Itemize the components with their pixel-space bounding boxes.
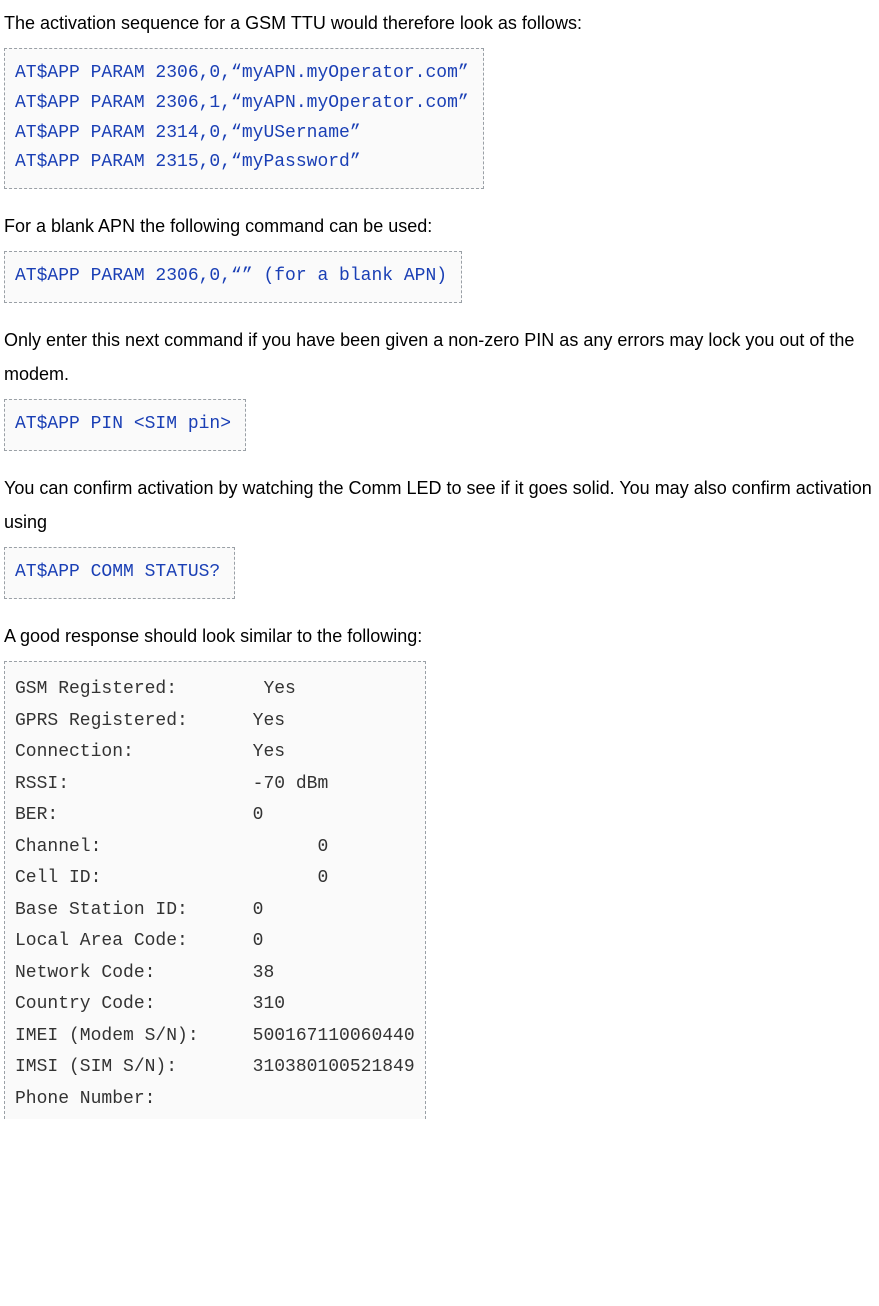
paragraph-good-response: A good response should look similar to t… (4, 619, 875, 653)
code-block-comm-status: AT$APP COMM STATUS? (4, 547, 235, 599)
status-line-ber: BER: 0 (15, 800, 415, 832)
status-line-cell-id: Cell ID: 0 (15, 863, 415, 895)
code-line: AT$APP PARAM 2315,0,“myPassword” (15, 148, 469, 178)
status-line-imsi: IMSI (SIM S/N): 310380100521849 (15, 1052, 415, 1084)
paragraph-confirm-activation: You can confirm activation by watching t… (4, 471, 875, 539)
paragraph-blank-apn: For a blank APN the following command ca… (4, 209, 875, 243)
status-line-rssi: RSSI: -70 dBm (15, 769, 415, 801)
code-block-activation-sequence: AT$APP PARAM 2306,0,“myAPN.myOperator.co… (4, 48, 484, 189)
status-line-country-code: Country Code: 310 (15, 989, 415, 1021)
status-line-gprs-registered: GPRS Registered: Yes (15, 706, 415, 738)
status-line-gsm-registered: GSM Registered: Yes (15, 674, 415, 706)
status-line-local-area-code: Local Area Code: 0 (15, 926, 415, 958)
code-line: AT$APP PARAM 2314,0,“myUSername” (15, 119, 469, 149)
code-line: AT$APP PIN <SIM pin> (15, 410, 231, 440)
code-line: AT$APP PARAM 2306,0,“myAPN.myOperator.co… (15, 59, 469, 89)
code-block-sim-pin: AT$APP PIN <SIM pin> (4, 399, 246, 451)
status-output-block: GSM Registered: Yes GPRS Registered: Yes… (4, 661, 426, 1119)
status-line-channel: Channel: 0 (15, 832, 415, 864)
status-line-base-station-id: Base Station ID: 0 (15, 895, 415, 927)
code-line: AT$APP PARAM 2306,0,“” (for a blank APN) (15, 262, 447, 292)
code-line: AT$APP COMM STATUS? (15, 558, 220, 588)
status-line-connection: Connection: Yes (15, 737, 415, 769)
paragraph-activation-sequence: The activation sequence for a GSM TTU wo… (4, 6, 875, 40)
code-block-blank-apn: AT$APP PARAM 2306,0,“” (for a blank APN) (4, 251, 462, 303)
status-line-phone-number: Phone Number: (15, 1084, 415, 1116)
status-line-imei: IMEI (Modem S/N): 500167110060440 (15, 1021, 415, 1053)
code-line: AT$APP PARAM 2306,1,“myAPN.myOperator.co… (15, 89, 469, 119)
status-line-network-code: Network Code: 38 (15, 958, 415, 990)
paragraph-pin-warning: Only enter this next command if you have… (4, 323, 875, 391)
